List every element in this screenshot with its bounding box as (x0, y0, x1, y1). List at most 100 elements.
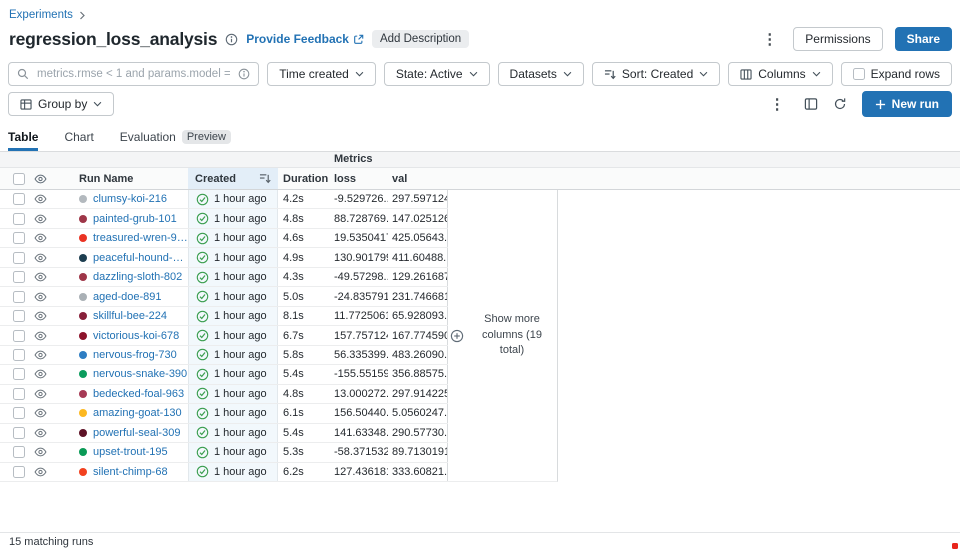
select-all-checkbox[interactable] (13, 173, 25, 185)
column-header-duration[interactable]: Duration (278, 168, 330, 189)
run-loss-value: 88.728769... (334, 213, 388, 225)
row-checkbox[interactable] (13, 349, 25, 361)
add-description-button[interactable]: Add Description (372, 30, 469, 48)
tab-table[interactable]: Table (8, 130, 38, 151)
row-visibility-eye-icon[interactable] (34, 311, 47, 321)
run-created-text: 1 hour ago (214, 232, 267, 244)
run-name-link[interactable]: amazing-goat-130 (93, 407, 182, 419)
provide-feedback-link[interactable]: Provide Feedback (246, 32, 364, 46)
refresh-icon[interactable] (833, 97, 847, 111)
search-input[interactable] (35, 67, 232, 81)
run-name-link[interactable]: skillful-bee-224 (93, 310, 167, 322)
row-checkbox[interactable] (13, 368, 25, 380)
run-created-text: 1 hour ago (214, 252, 267, 264)
row-visibility-eye-icon[interactable] (34, 428, 47, 438)
row-checkbox[interactable] (13, 232, 25, 244)
run-name-link[interactable]: silent-chimp-68 (93, 466, 168, 478)
info-icon[interactable] (225, 33, 238, 46)
run-name-link[interactable]: powerful-seal-309 (93, 427, 180, 439)
tab-chart[interactable]: Chart (64, 130, 93, 151)
row-checkbox[interactable] (13, 388, 25, 400)
datasets-filter-button[interactable]: Datasets (498, 62, 584, 86)
row-visibility-eye-icon[interactable] (34, 194, 47, 204)
column-header-val[interactable]: val (388, 168, 448, 189)
row-visibility-eye-icon[interactable] (34, 408, 47, 418)
column-header-loss[interactable]: loss (330, 168, 388, 189)
row-checkbox[interactable] (13, 213, 25, 225)
row-visibility-eye-icon[interactable] (34, 389, 47, 399)
search-info-icon[interactable] (238, 68, 250, 80)
run-created-cell: 1 hour ago (188, 287, 278, 305)
run-duration: 5.8s (283, 349, 304, 361)
row-visibility-eye-icon[interactable] (34, 292, 47, 302)
row-visibility-eye-icon[interactable] (34, 214, 47, 224)
share-button[interactable]: Share (895, 27, 952, 51)
run-created-cell: 1 hour ago (188, 268, 278, 286)
time-created-filter-button[interactable]: Time created (267, 62, 376, 86)
row-visibility-eye-icon[interactable] (34, 233, 47, 243)
run-created-text: 1 hour ago (214, 388, 267, 400)
side-panel-icon[interactable] (804, 97, 818, 111)
run-loss-value: -24.835791... (334, 291, 388, 303)
run-name-link[interactable]: aged-doe-891 (93, 291, 162, 303)
row-visibility-eye-icon[interactable] (34, 272, 47, 282)
columns-button[interactable]: Columns (728, 62, 832, 86)
visibility-eye-icon[interactable] (34, 174, 47, 184)
expand-rows-toggle[interactable]: Expand rows (841, 62, 952, 86)
run-loss-value: -155.55159... (334, 368, 388, 380)
row-checkbox[interactable] (13, 271, 25, 283)
plus-icon (875, 99, 886, 110)
breadcrumb-experiments-link[interactable]: Experiments (9, 9, 73, 21)
run-name-link[interactable]: nervous-frog-730 (93, 349, 177, 361)
run-loss-value: -49.57298... (334, 271, 388, 283)
row-checkbox[interactable] (13, 330, 25, 342)
row-checkbox[interactable] (13, 407, 25, 419)
row-checkbox[interactable] (13, 427, 25, 439)
row-checkbox[interactable] (13, 291, 25, 303)
search-box[interactable] (8, 62, 259, 86)
new-run-button[interactable]: New run (862, 91, 952, 117)
row-visibility-eye-icon[interactable] (34, 350, 47, 360)
run-name-link[interactable]: clumsy-koi-216 (93, 193, 167, 205)
tab-evaluation[interactable]: Evaluation Preview (120, 130, 231, 151)
row-checkbox[interactable] (13, 310, 25, 322)
run-name-link[interactable]: victorious-koi-678 (93, 330, 179, 342)
row-checkbox[interactable] (13, 193, 25, 205)
run-name-link[interactable]: upset-trout-195 (93, 446, 168, 458)
run-name-link[interactable]: dazzling-sloth-802 (93, 271, 182, 283)
show-more-columns-button[interactable]: Show more columns (19 total) (450, 312, 555, 360)
table-overflow-menu-icon[interactable]: ⋮ (766, 95, 789, 114)
run-loss-value: 141.63348... (334, 427, 388, 439)
run-name-link[interactable]: nervous-snake-390 (93, 368, 187, 380)
external-link-icon (353, 34, 364, 45)
run-created-cell: 1 hour ago (188, 365, 278, 383)
group-by-button[interactable]: Group by (8, 92, 114, 116)
page-header: Experiments regression_loss_analysis Pro… (0, 0, 960, 52)
column-header-run-name[interactable]: Run Name (58, 168, 188, 189)
column-header-created[interactable]: Created (188, 168, 278, 189)
run-val-value: 411.60488... (392, 252, 448, 264)
row-checkbox[interactable] (13, 446, 25, 458)
state-filter-button[interactable]: State: Active (384, 62, 490, 86)
sort-descending-icon[interactable] (259, 173, 271, 184)
status-finished-check-icon (196, 407, 209, 420)
run-name-link[interactable]: bedecked-foal-963 (93, 388, 184, 400)
permissions-button[interactable]: Permissions (793, 27, 882, 51)
run-name-link[interactable]: peaceful-hound-944 (93, 252, 188, 264)
status-finished-check-icon (196, 329, 209, 342)
run-duration: 8.1s (283, 310, 304, 322)
sort-button[interactable]: Sort: Created (592, 62, 720, 86)
table-header-row: Run Name Created Duration loss val (0, 168, 960, 190)
run-color-dot (79, 195, 87, 203)
row-checkbox[interactable] (13, 252, 25, 264)
header-overflow-menu-icon[interactable]: ⋮ (758, 30, 781, 49)
chevron-down-icon (699, 71, 708, 77)
row-visibility-eye-icon[interactable] (34, 369, 47, 379)
row-visibility-eye-icon[interactable] (34, 447, 47, 457)
run-name-link[interactable]: treasured-wren-932 (93, 232, 188, 244)
run-name-link[interactable]: painted-grub-101 (93, 213, 177, 225)
row-checkbox[interactable] (13, 466, 25, 478)
row-visibility-eye-icon[interactable] (34, 467, 47, 477)
row-visibility-eye-icon[interactable] (34, 253, 47, 263)
row-visibility-eye-icon[interactable] (34, 331, 47, 341)
